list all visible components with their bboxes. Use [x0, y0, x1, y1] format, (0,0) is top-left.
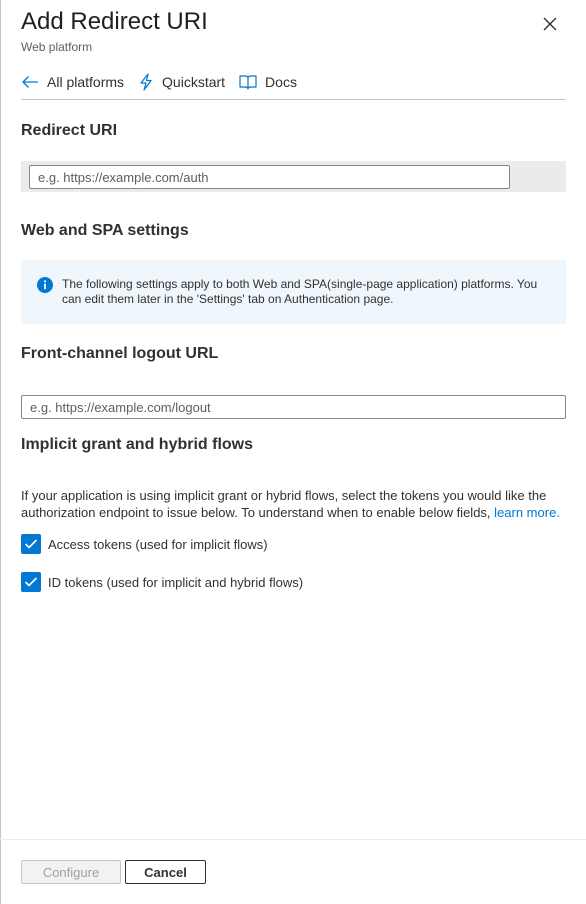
docs-link[interactable]: Docs — [239, 74, 297, 90]
panel-title: Add Redirect URI — [21, 8, 208, 35]
implicit-grant-description-text: If your application is using implicit gr… — [21, 488, 547, 520]
all-platforms-label: All platforms — [47, 74, 125, 90]
cancel-button[interactable]: Cancel — [125, 860, 206, 884]
quickstart-label: Quickstart — [162, 74, 226, 90]
add-redirect-uri-panel: Add Redirect URI Web platform All platfo… — [0, 0, 586, 904]
close-icon — [543, 17, 557, 31]
nav-divider — [21, 99, 566, 100]
access-tokens-option[interactable]: Access tokens (used for implicit flows) — [21, 534, 268, 554]
book-icon — [239, 75, 257, 90]
id-tokens-label: ID tokens (used for implicit and hybrid … — [48, 574, 304, 590]
close-button[interactable] — [538, 12, 562, 36]
id-tokens-option[interactable]: ID tokens (used for implicit and hybrid … — [21, 572, 303, 592]
implicit-grant-heading: Implicit grant and hybrid flows — [21, 436, 254, 453]
implicit-grant-description: If your application is using implicit gr… — [21, 487, 571, 521]
arrow-left-icon — [22, 76, 38, 88]
learn-more-link[interactable]: learn more. — [494, 505, 560, 520]
info-message-bar: The following settings apply to both Web… — [21, 260, 566, 324]
id-tokens-checkbox[interactable] — [21, 572, 41, 592]
lightning-icon — [140, 73, 152, 91]
redirect-uri-input[interactable] — [29, 165, 510, 189]
redirect-uri-heading: Redirect URI — [21, 122, 118, 139]
configure-button[interactable]: Configure — [21, 860, 121, 884]
front-channel-logout-input[interactable] — [21, 395, 566, 419]
web-spa-settings-heading: Web and SPA settings — [21, 222, 189, 239]
info-icon — [37, 277, 53, 293]
quickstart-link[interactable]: Quickstart — [138, 73, 225, 91]
access-tokens-label: Access tokens (used for implicit flows) — [48, 536, 268, 552]
all-platforms-link[interactable]: All platforms — [21, 74, 124, 90]
info-message-text: The following settings apply to both Web… — [62, 277, 538, 306]
docs-label: Docs — [265, 74, 297, 90]
access-tokens-checkbox[interactable] — [21, 534, 41, 554]
checkmark-icon — [24, 577, 38, 587]
panel-subtitle: Web platform — [21, 40, 93, 54]
checkmark-icon — [24, 539, 38, 549]
panel-nav: All platforms Quickstart Docs — [21, 70, 311, 94]
footer-divider — [0, 839, 586, 840]
front-channel-logout-heading: Front-channel logout URL — [21, 345, 219, 362]
